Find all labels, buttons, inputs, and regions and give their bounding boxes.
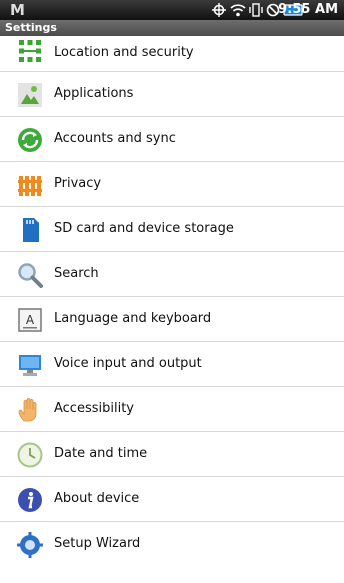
svg-text:A: A [26,313,35,327]
location-security-icon [19,40,41,62]
settings-item-applications[interactable]: Applications [0,72,344,117]
settings-item-setup-wizard[interactable]: Setup Wizard [0,522,344,567]
wifi-icon [230,4,246,17]
vibrate-icon [249,3,263,17]
language-keyboard-icon: A [18,308,42,332]
settings-item-label: Setup Wizard [54,536,141,551]
sd-card-icon [23,218,39,242]
settings-item-label: Language and keyboard [54,311,212,326]
settings-item-label: Date and time [54,446,148,461]
settings-item-label: About device [54,491,140,506]
settings-item-label: Location and security [54,45,194,60]
settings-item-about-device[interactable]: About device [0,477,344,522]
voice-io-icon [19,355,41,376]
gps-icon [212,3,226,17]
title-bar: Settings [0,20,344,36]
settings-item-label: Voice input and output [54,356,202,371]
settings-item-label: Accessibility [54,401,134,416]
settings-item-date-time[interactable]: Date and time [0,432,344,477]
settings-item-accessibility[interactable]: Accessibility [0,387,344,432]
settings-item-search[interactable]: Search [0,252,344,297]
settings-item-label: Applications [54,86,134,101]
settings-item-location-security[interactable]: Location and security [0,36,344,72]
applications-icon [18,83,42,107]
page-title: Settings [5,21,57,34]
wizard-icon [17,532,43,558]
status-time: 9:55 AM [278,2,338,17]
settings-item-voice-io[interactable]: Voice input and output [0,342,344,387]
settings-item-label: Search [54,266,99,281]
settings-item-label: Accounts and sync [54,131,176,146]
search-icon [18,263,43,288]
privacy-icon [18,176,42,196]
settings-item-label: SD card and device storage [54,221,234,236]
status-app-letter: M [10,1,25,19]
settings-item-accounts-sync[interactable]: Accounts and sync [0,117,344,162]
info-icon [18,488,42,512]
settings-list: Location and security Applications Accou… [0,36,344,567]
settings-item-sd-card[interactable]: SD card and device storage [0,207,344,252]
settings-item-label: Privacy [54,176,102,191]
accounts-sync-icon [18,128,42,152]
settings-item-language-keyboard[interactable]: A Language and keyboard [0,297,344,342]
clock-icon [17,442,43,468]
settings-item-privacy[interactable]: Privacy [0,162,344,207]
accessibility-icon [18,398,37,422]
status-bar: M 9:55 AM [0,0,344,20]
